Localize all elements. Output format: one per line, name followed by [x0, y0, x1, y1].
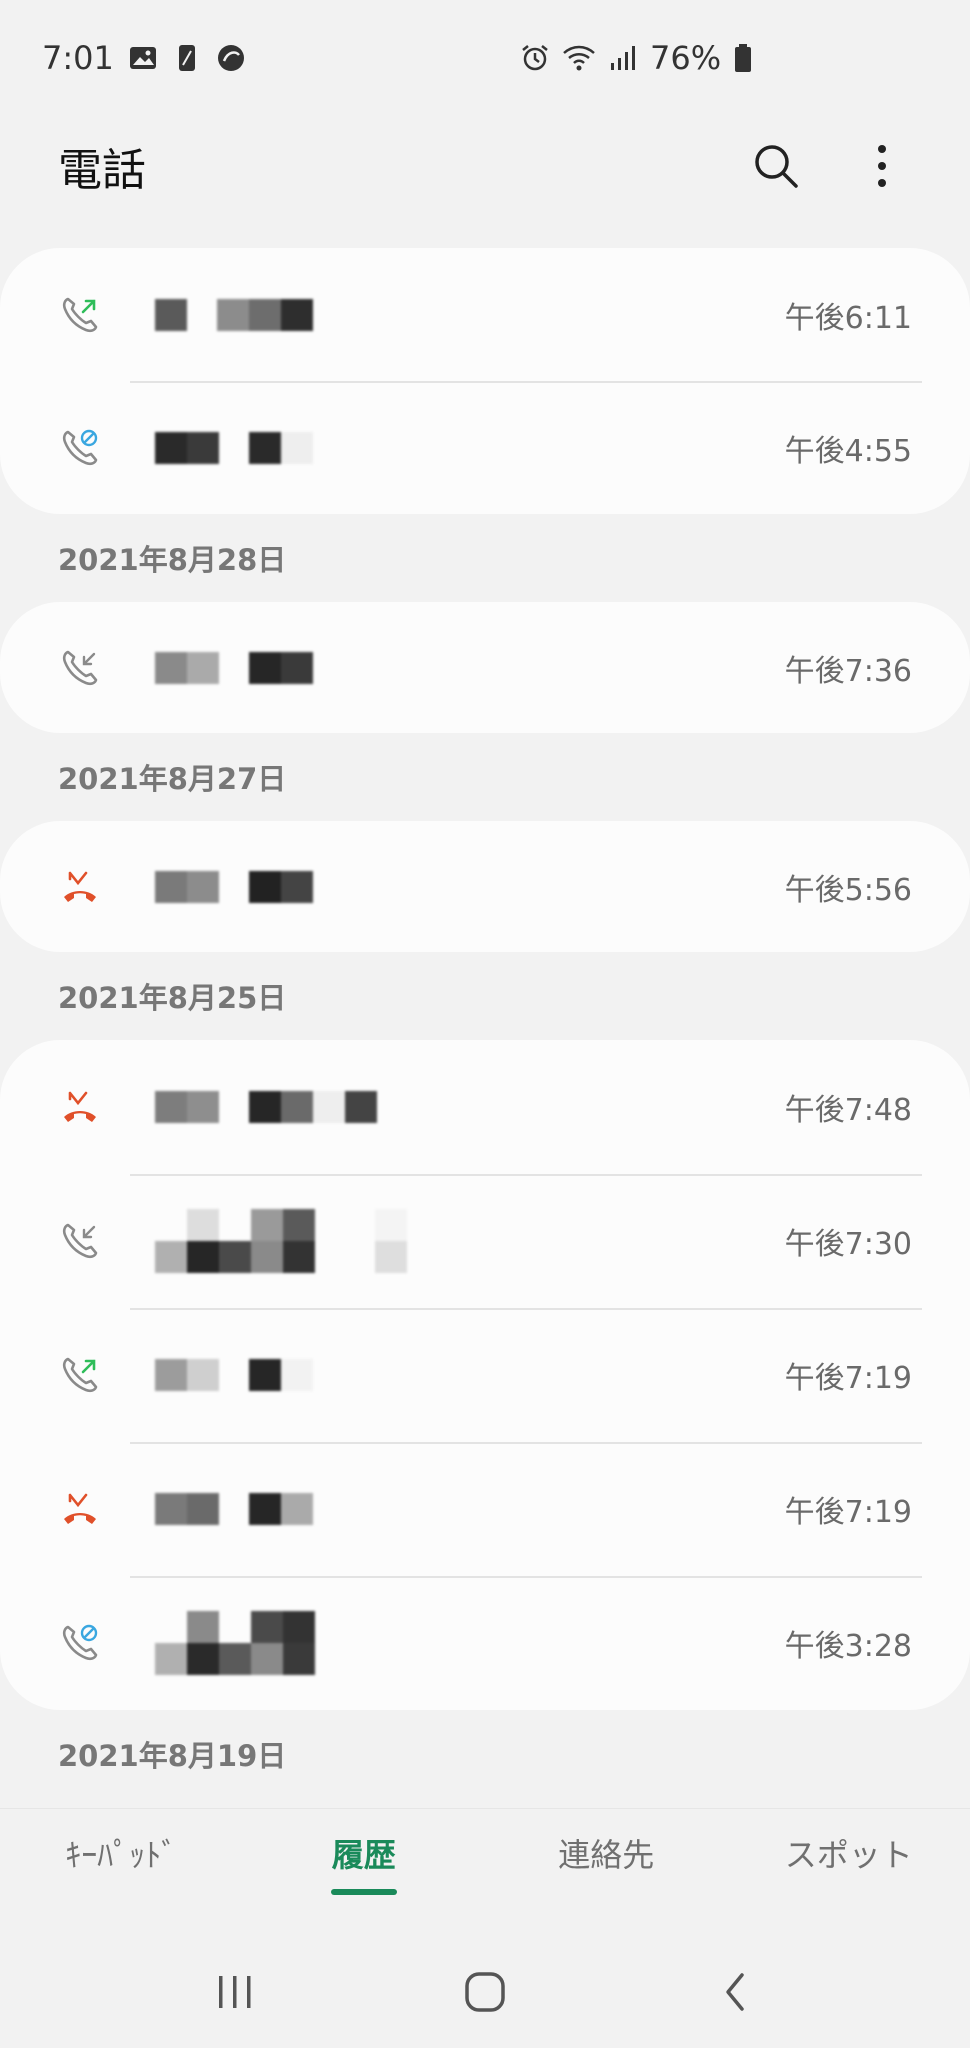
home-icon	[465, 1972, 505, 2012]
missed-call-icon	[64, 1493, 96, 1524]
search-button[interactable]	[748, 138, 804, 194]
incoming-call-icon	[60, 648, 100, 688]
blocked-call-icon	[60, 429, 100, 468]
caller-name-redacted	[155, 1611, 315, 1675]
system-nav-bar	[0, 1936, 970, 2048]
tab-spot[interactable]: スポット	[728, 1809, 970, 1901]
image-icon	[129, 47, 156, 69]
battery-icon	[735, 44, 752, 72]
date-header: 2021年8月19日	[58, 1739, 287, 1773]
more-options-button[interactable]	[854, 138, 910, 194]
call-log-row[interactable]: 午後7:19	[0, 1442, 970, 1576]
caller-name-redacted	[155, 1359, 313, 1391]
tab-contacts[interactable]: 連絡先	[485, 1809, 728, 1901]
tab-history[interactable]: 履歴	[243, 1809, 486, 1901]
call-log-row[interactable]: 午後7:19	[0, 1308, 970, 1442]
search-icon	[755, 145, 798, 188]
phone-screen-icon	[178, 45, 195, 71]
call-log-row[interactable]: 午後5:56	[0, 821, 970, 952]
back-button[interactable]	[705, 1962, 765, 2022]
call-time: 午後7:30	[784, 1227, 912, 1262]
caller-name-redacted	[155, 870, 313, 903]
status-bar: 7:01 76%	[0, 0, 970, 116]
call-time: 午後7:36	[784, 653, 912, 689]
date-header: 2021年8月28日	[58, 543, 287, 577]
call-time: 午後7:19	[784, 1495, 912, 1530]
call-time: 午後4:55	[784, 433, 912, 469]
call-time: 午後5:56	[784, 872, 912, 908]
call-log-row[interactable]: 午後4:55	[0, 381, 970, 514]
alarm-icon	[522, 45, 548, 71]
missed-call-icon	[64, 871, 96, 902]
call-log-row[interactable]: 午後7:48	[0, 1040, 970, 1174]
caller-name-redacted	[155, 298, 313, 331]
call-log-row[interactable]: 午後6:11	[0, 248, 970, 381]
call-group-card: 午後6:11 午後4:55	[0, 248, 970, 514]
caller-name-redacted	[155, 1209, 407, 1273]
app-icon	[217, 45, 244, 71]
bottom-tab-bar: ｷｰﾊﾟｯﾄﾞ 履歴 連絡先 スポット	[0, 1808, 970, 1900]
outgoing-call-icon	[60, 295, 100, 335]
caller-name-redacted	[155, 1091, 377, 1123]
incoming-call-icon	[60, 1221, 100, 1261]
call-time: 午後3:28	[784, 1629, 912, 1664]
call-log-row[interactable]: 午後7:36	[0, 602, 970, 733]
status-time: 7:01	[42, 39, 114, 77]
call-group-card: 午後5:56	[0, 821, 970, 952]
missed-call-icon	[64, 1091, 96, 1122]
app-header: 電話	[0, 116, 970, 216]
date-header: 2021年8月27日	[58, 762, 287, 796]
tab-keypad[interactable]: ｷｰﾊﾟｯﾄﾞ	[0, 1809, 243, 1901]
call-time: 午後6:11	[784, 300, 912, 336]
recent-apps-button[interactable]	[205, 1962, 265, 2022]
caller-name-redacted	[155, 431, 313, 464]
call-group-card: 午後7:36	[0, 602, 970, 733]
home-button[interactable]	[455, 1962, 515, 2022]
wifi-icon	[563, 45, 595, 71]
call-log-row[interactable]: 午後7:30	[0, 1174, 970, 1308]
caller-name-redacted	[155, 651, 313, 684]
caller-name-redacted	[155, 1493, 313, 1525]
call-log: 午後6:11 午後4:55 2021年8月28日 午後7:36 2021年8月2…	[0, 248, 970, 1798]
call-log-row[interactable]: 午後3:28	[0, 1576, 970, 1710]
date-header: 2021年8月25日	[58, 981, 287, 1015]
signal-icon	[611, 46, 635, 70]
more-options-icon	[878, 145, 886, 187]
call-group-card: 午後7:48 午後7:30 午後7:19 午後7:19 午後3:28	[0, 1040, 970, 1710]
page-title: 電話	[58, 145, 146, 196]
blocked-call-icon	[60, 1624, 100, 1663]
outgoing-call-icon	[60, 1355, 100, 1395]
call-time: 午後7:19	[784, 1361, 912, 1396]
recent-apps-icon	[219, 1976, 251, 2008]
back-icon	[726, 1973, 744, 2011]
call-time: 午後7:48	[784, 1093, 912, 1128]
battery-percent: 76%	[650, 39, 722, 77]
